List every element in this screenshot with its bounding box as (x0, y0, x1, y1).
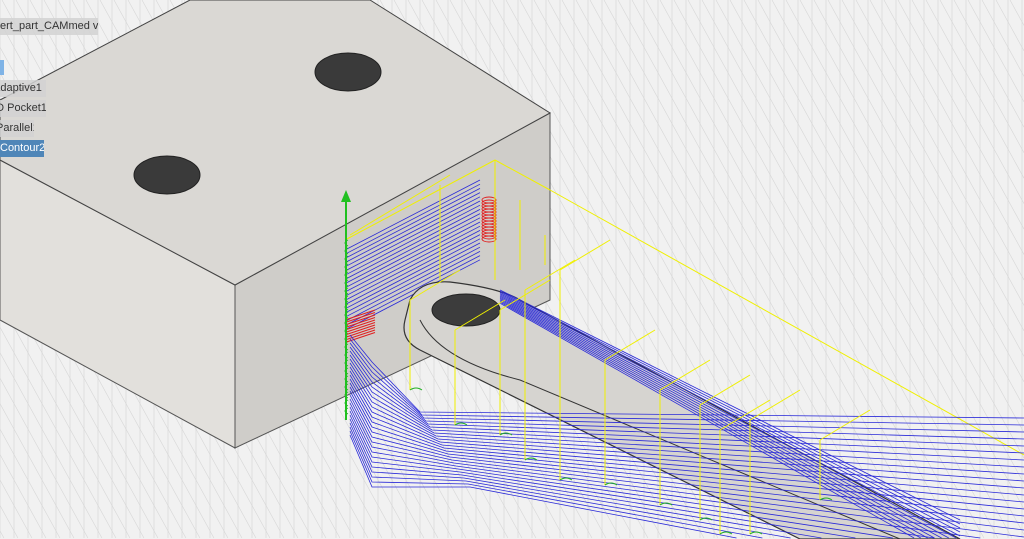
selection-marker (0, 60, 4, 75)
grid-line (897, 0, 1024, 230)
operation-2d-pocket1[interactable]: 2D Pocket1 (0, 100, 46, 117)
grid-line (813, 0, 1024, 382)
grid-line (771, 0, 1024, 459)
grid-line (981, 0, 1024, 77)
grid-line (939, 0, 1024, 153)
operation-adaptive1[interactable]: Adaptive1 (0, 80, 46, 97)
toolpath-rapid (659, 359, 711, 391)
grid-line (0, 479, 33, 539)
operation-label: Parallel1 (0, 122, 34, 134)
grid-line (0, 352, 103, 539)
operation-contour2[interactable]: Contour2 (0, 140, 44, 157)
document-name-text: ert_part_CAMmed v... (0, 20, 98, 32)
grid-line (967, 0, 1024, 102)
grid-line (0, 454, 47, 539)
grid-line (0, 403, 75, 539)
hole-top-right (314, 52, 382, 92)
toolpath-rapid (699, 374, 751, 406)
cam-viewport[interactable] (0, 0, 1024, 539)
grid-line (995, 0, 1024, 52)
grid-line (0, 530, 5, 539)
operation-label: 2D Pocket1 (0, 102, 46, 114)
grid-line (785, 0, 1024, 433)
hole-top-left (133, 155, 201, 195)
operation-parallel1[interactable]: Parallel1 (0, 120, 34, 137)
grid-line (911, 0, 1024, 204)
part-hole (431, 293, 501, 327)
grid-line (841, 0, 1024, 332)
toolpath-rapid (819, 409, 871, 441)
toolpath-rapid (559, 239, 611, 271)
grid-line (953, 0, 1024, 128)
grid-line (0, 505, 19, 539)
toolpath-lead (604, 482, 618, 486)
grid-line (799, 0, 1024, 408)
grid-line (0, 378, 89, 539)
document-name-label[interactable]: ert_part_CAMmed v... (0, 18, 98, 35)
operation-label: Contour2 (0, 142, 44, 154)
grid-line (925, 0, 1024, 179)
grid-line (827, 0, 1024, 357)
toolpath-lead (659, 502, 673, 506)
grid-line (855, 0, 1024, 306)
grid-line (869, 0, 1024, 281)
operation-label: Adaptive1 (0, 82, 42, 94)
